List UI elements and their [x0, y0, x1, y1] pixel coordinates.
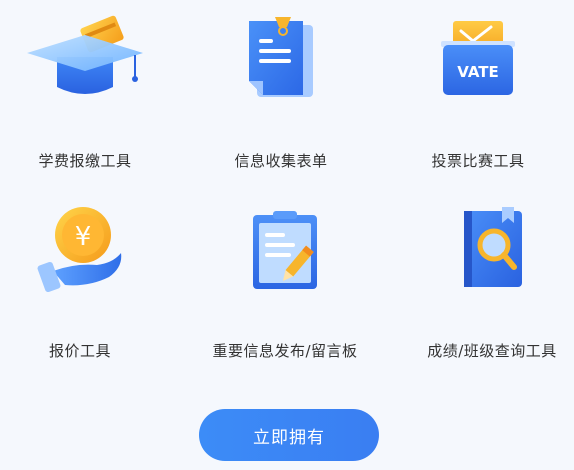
vote-box-text: VATE [457, 63, 499, 81]
tool-tile-tuition[interactable]: 学费报缴工具 [0, 5, 180, 171]
tool-label: 成绩/班级查询工具 [427, 342, 557, 360]
coin-hand-icon: ¥ [15, 195, 145, 305]
tool-label: 学费报缴工具 [38, 152, 132, 170]
tool-tile-notice-board[interactable]: 重要信息发布/留言板 [190, 195, 380, 361]
clipboard-pencil-icon [220, 195, 350, 305]
get-now-button[interactable]: 立即拥有 [199, 409, 379, 461]
book-magnifier-icon [427, 195, 557, 305]
tool-label: 投票比赛工具 [431, 152, 525, 170]
graduation-cap-card-icon [20, 5, 150, 115]
tool-label: 重要信息发布/留言板 [212, 342, 358, 360]
tool-tile-info-form[interactable]: 信息收集表单 [186, 5, 376, 171]
tool-tile-quote[interactable]: ¥ 报价工具 [0, 195, 175, 361]
vote-box-icon: VATE [413, 5, 543, 115]
form-document-icon [216, 5, 346, 115]
tool-label: 信息收集表单 [234, 152, 328, 170]
tool-tile-voting[interactable]: VATE 投票比赛工具 [383, 5, 573, 171]
coin-symbol: ¥ [75, 222, 92, 252]
tool-label: 报价工具 [48, 342, 111, 360]
tool-tile-grade-lookup[interactable]: 成绩/班级查询工具 [397, 195, 574, 361]
